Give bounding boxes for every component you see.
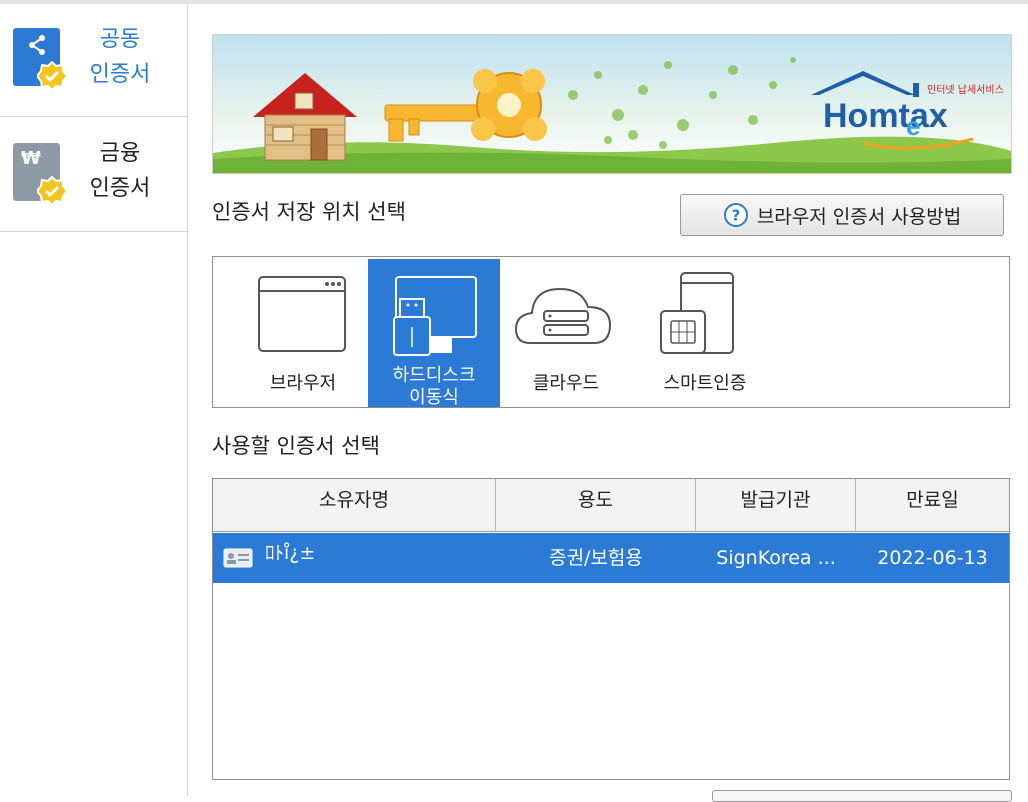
- sidebar-item-joint-cert[interactable]: 공동 인증서: [0, 4, 187, 116]
- usb-disk-icon: [393, 276, 477, 356]
- storage-location-selector: 브라우저 하드디스크 이동식 클라우드 스마트인증: [212, 256, 1010, 408]
- smartphone-icon: [660, 272, 734, 354]
- bottom-button-partial[interactable]: [712, 790, 1012, 802]
- cert-owner: ﾛﾄi̊¿±: [265, 542, 316, 564]
- storage-option-cloud[interactable]: 클라우드: [500, 259, 632, 407]
- storage-option-browser[interactable]: 브라우저: [237, 259, 369, 407]
- cert-table: 소유자명 용도 발급기관 만료일 ﾛﾄi̊¿± 증권/보험용 SignKorea…: [212, 478, 1010, 780]
- id-card-icon: [223, 548, 253, 568]
- help-button-label: 브라우저 인증서 사용방법: [756, 205, 962, 228]
- storage-option-label: 스마트인증: [663, 373, 747, 394]
- hometax-banner: 인터넷 납세서비스 Homtax e: [212, 34, 1012, 174]
- question-circle-icon: ?: [723, 203, 748, 227]
- column-header-owner[interactable]: 소유자명: [213, 479, 496, 531]
- storage-option-label: 브라우저: [269, 373, 337, 394]
- column-header-expiry[interactable]: 만료일: [856, 479, 1009, 531]
- svg-text:인터넷 납세서비스: 인터넷 납세서비스: [927, 84, 1004, 96]
- sidebar-item-financial-cert[interactable]: ₩ 금융 인증서: [0, 116, 187, 232]
- storage-option-hard-disk[interactable]: 하드디스크 이동식: [368, 259, 500, 408]
- cert-table-header: 소유자명 용도 발급기관 만료일: [213, 479, 1009, 532]
- cert-issuer: SignKorea ...: [716, 547, 836, 569]
- browser-icon: [258, 276, 346, 352]
- sidebar-item-label: 공동 인증서: [89, 27, 151, 87]
- storage-option-smart-auth[interactable]: 스마트인증: [639, 259, 771, 407]
- cert-expiry: 2022-06-13: [877, 547, 988, 569]
- cloud-icon: [514, 287, 612, 344]
- sidebar-item-label: 금융 인증서: [89, 141, 151, 201]
- svg-text:Homtax: Homtax: [823, 97, 948, 135]
- house-illustration: [253, 73, 357, 161]
- key-illustration: [384, 69, 547, 142]
- svg-text:e: e: [906, 111, 920, 141]
- storage-option-label: 클라우드: [532, 373, 600, 394]
- hometax-logo: 인터넷 납세서비스 Homtax e: [811, 71, 1004, 150]
- storage-option-label: 하드디스크 이동식: [392, 365, 476, 408]
- column-header-usage[interactable]: 용도: [496, 479, 696, 531]
- browser-cert-help-button[interactable]: ? 브라우저 인증서 사용방법: [680, 194, 1004, 236]
- storage-section-title: 인증서 저장 위치 선택: [212, 200, 406, 224]
- cert-section-title: 사용할 인증서 선택: [212, 434, 380, 458]
- won-icon: ₩: [13, 143, 67, 206]
- column-header-issuer[interactable]: 발급기관: [696, 479, 856, 531]
- share-icon: [13, 28, 67, 91]
- svg-text:?: ?: [731, 207, 740, 225]
- cert-usage: 증권/보험용: [549, 547, 643, 569]
- table-row[interactable]: ﾛﾄi̊¿± 증권/보험용 SignKorea ... 2022-06-13: [213, 533, 1009, 583]
- cert-type-sidebar: 공동 인증서 ₩ 금융 인증서: [0, 4, 188, 796]
